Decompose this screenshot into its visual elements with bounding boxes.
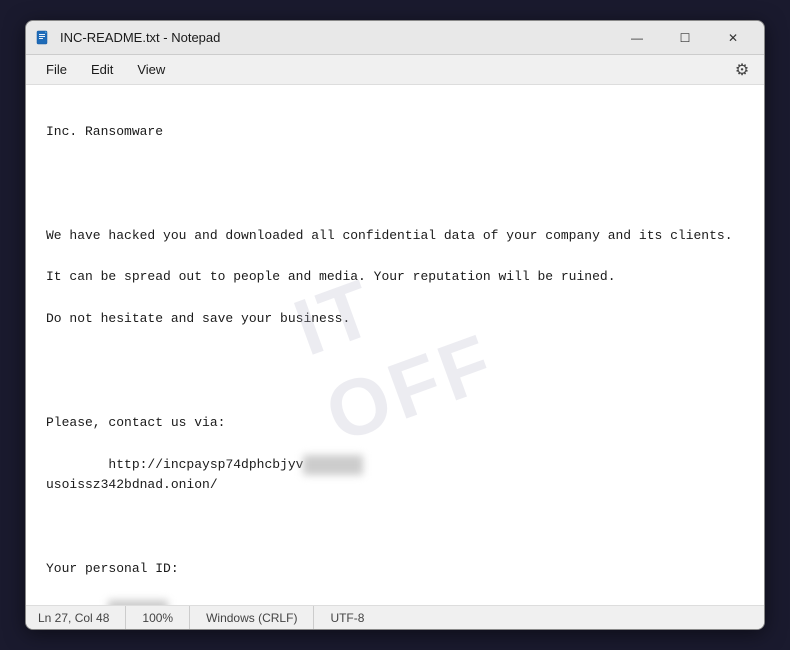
app-icon <box>34 29 52 47</box>
maximize-button[interactable]: ☐ <box>662 25 708 51</box>
statusbar: Ln 27, Col 48 100% Windows (CRLF) UTF-8 <box>26 605 764 629</box>
encoding: UTF-8 <box>314 606 380 629</box>
menu-edit[interactable]: Edit <box>79 58 125 81</box>
cursor-position: Ln 27, Col 48 <box>38 606 126 629</box>
line-id-value: ​​​​​​​​​​​​​​​ <box>46 602 168 605</box>
menubar: File Edit View ⚙ <box>26 55 764 85</box>
minimize-button[interactable]: — <box>614 25 660 51</box>
blurred-id: ​​​​​​​​​​​​​​​ <box>108 600 168 605</box>
line-spread: It can be spread out to people and media… <box>46 269 616 284</box>
text-editor[interactable]: ITOFF Inc. Ransomware ​ We have hacked y… <box>26 85 764 605</box>
close-button[interactable]: ✕ <box>710 25 756 51</box>
line-contact: Please, contact us via: <box>46 415 225 430</box>
line-hesitate: Do not hesitate and save your business. <box>46 311 350 326</box>
menu-file[interactable]: File <box>34 58 79 81</box>
window-controls: — ☐ ✕ <box>614 25 756 51</box>
window-title: INC-README.txt - Notepad <box>60 30 614 45</box>
line-hacked: We have hacked you and downloaded all co… <box>46 228 733 243</box>
zoom-level: 100% <box>126 606 190 629</box>
menu-view[interactable]: View <box>125 58 177 81</box>
settings-icon[interactable]: ⚙ <box>730 58 754 82</box>
line-ransomware: Inc. Ransomware <box>46 124 163 139</box>
blurred-url1: ​​​​​​​​​​​​ <box>303 455 363 476</box>
titlebar: INC-README.txt - Notepad — ☐ ✕ <box>26 21 764 55</box>
line-personal-id: Your personal ID: <box>46 561 179 576</box>
line-url1: http://incpaysp74dphcbjyv​​​​​​​​​​​​uso… <box>46 457 363 493</box>
text-content: Inc. Ransomware ​ We have hacked you and… <box>46 101 744 605</box>
notepad-window: INC-README.txt - Notepad — ☐ ✕ File Edit… <box>25 20 765 630</box>
line-ending: Windows (CRLF) <box>190 606 314 629</box>
